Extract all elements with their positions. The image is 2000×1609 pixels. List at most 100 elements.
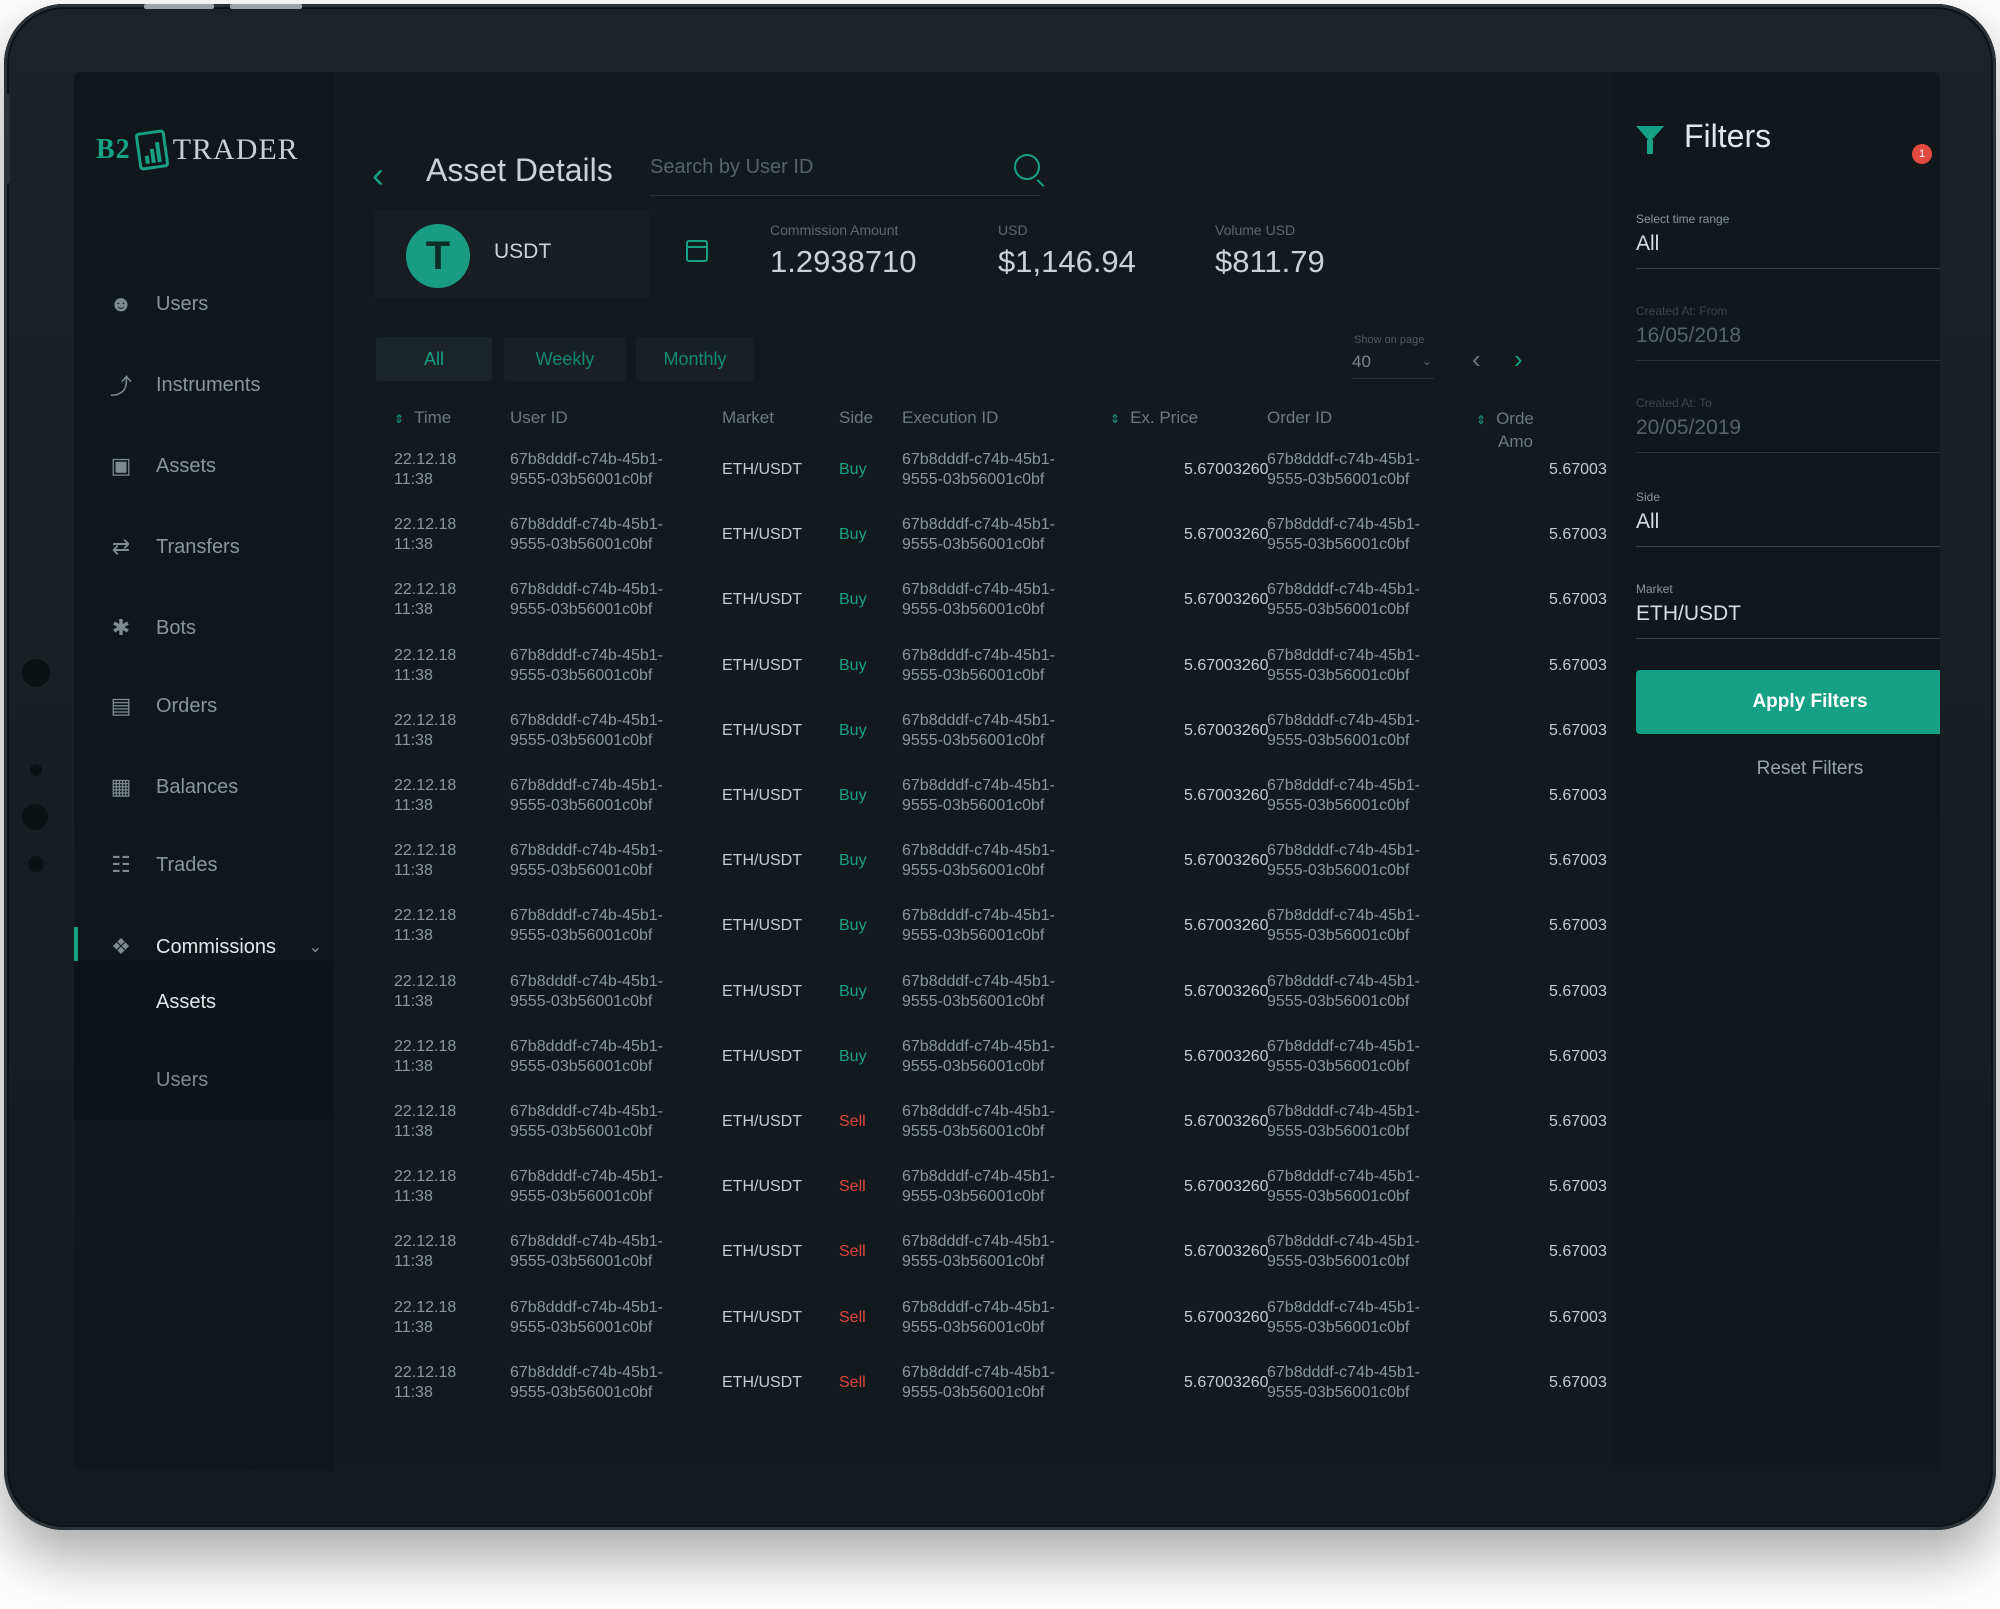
cell-side: Buy [839,786,867,806]
cell-order-id: 67b8dddf-c74b-45b1- 9555-03b56001c0bf [1267,972,1420,1012]
table-row[interactable]: 22.12.18 11:38 67b8dddf-c74b-45b1- 9555-03b… [374,972,1614,1023]
cell-side: Sell [839,1177,866,1197]
cell-order-amount: 5.67003 [1549,1242,1614,1262]
transfer-arrows-icon: ⇄ [111,534,131,559]
created-from-field[interactable]: Created At: From 16/05/2018 [1636,304,1940,361]
cell-time-line: 22.12.18 [394,777,457,794]
cell-side: Buy [839,656,867,676]
col-header-order-amount[interactable]: ⇕ Orde Amo [1476,408,1534,453]
cell-user-id-line: 67b8dddf-c74b-45b1- [510,1103,664,1120]
cell-execution-id-line: 67b8dddf-c74b-45b1- [902,1103,1056,1120]
sidebar-item-balances[interactable]: ▦ Balances [74,759,334,815]
sidebar-item-orders[interactable]: ▤ Orders [74,678,334,734]
table-row[interactable]: 22.12.18 11:38 67b8dddf-c74b-45b1- 9555-03b… [374,1167,1614,1218]
table-row[interactable]: 22.12.18 11:38 67b8dddf-c74b-45b1- 9555-03b… [374,646,1614,697]
cell-execution-id-line: 9555-03b56001c0bf [902,992,1045,1010]
sidebar-item-label: Instruments [156,373,261,396]
cell-user-id-line: 67b8dddf-c74b-45b1- [510,581,664,599]
cell-order-amount: 5.67003 [1549,525,1614,545]
time-range-select[interactable]: Select time range All ⌄ [1636,212,1940,269]
reset-filters-button[interactable]: Reset Filters [1636,758,1940,780]
search-bar[interactable]: Search by User ID [650,144,1040,196]
cell-ex-price: 5.67003260 [1184,851,1269,871]
cell-user-id-line: 9555-03b56001c0bf [510,992,653,1010]
tab-monthly[interactable]: Monthly [636,337,754,381]
cell-market-line: ETH/USDT [722,526,802,544]
created-to-field[interactable]: Created At: To 20/05/2019 [1636,396,1940,453]
calendar-icon[interactable] [686,240,708,262]
cell-order-id-line: 67b8dddf-c74b-45b1- [1267,777,1421,794]
sidebar-item-users[interactable]: ☻ Users [74,276,334,332]
side-select[interactable]: Side All ⌄ [1636,490,1940,547]
cell-order-amount-line: 5.67003 [1549,917,1607,935]
cell-execution-id-line: 9555-03b56001c0bf [902,1253,1045,1271]
cell-market: ETH/USDT [722,916,802,936]
cell-order-id-line: 67b8dddf-c74b-45b1- [1267,972,1421,990]
table-row[interactable]: 22.12.18 11:38 67b8dddf-c74b-45b1- 9555-03b… [374,906,1614,957]
cell-time-line: 11:38 [394,1057,433,1075]
cell-user-id-line: 67b8dddf-c74b-45b1- [510,711,664,729]
field-label: Side [1636,490,1661,504]
apply-filters-button[interactable]: Apply Filters [1636,670,1940,734]
subnav-item-users[interactable]: Users [156,1069,208,1092]
col-header-ex-price[interactable]: ⇕ Ex. Price [1110,408,1198,428]
tab-all[interactable]: All [376,337,492,381]
market-select[interactable]: Market ETH/USDT ⌄ [1636,582,1940,639]
cell-time-line: 11:38 [394,471,433,488]
cell-market-line: ETH/USDT [722,591,802,609]
search-input[interactable]: Search by User ID [650,156,813,179]
col-header-time[interactable]: ⇕ Time [394,408,451,428]
cell-time-line: 22.12.18 [394,1103,457,1120]
subnav-item-assets[interactable]: Assets [156,991,216,1014]
table-row[interactable]: 22.12.18 11:38 67b8dddf-c74b-45b1- 9555-03b… [374,515,1614,566]
sidebar-item-instruments[interactable]: ⤴ Instruments [74,357,334,413]
cell-market: ETH/USDT [722,1308,802,1328]
cell-order-id: 67b8dddf-c74b-45b1- 9555-03b56001c0bf [1267,1363,1420,1403]
camera-dot [30,764,42,776]
cell-execution-id-line: 67b8dddf-c74b-45b1- [902,1233,1056,1251]
cell-time-line: 22.12.18 [394,972,457,990]
cell-market-line: ETH/USDT [722,1373,802,1391]
app-logo[interactable]: B2 TRADER [96,128,299,172]
sidebar-item-label: Orders [156,694,218,717]
tab-weekly[interactable]: Weekly [504,337,626,381]
cell-order-amount: 5.67003 [1549,721,1614,741]
sidebar-item-assets[interactable]: ▣ Assets [74,438,334,494]
table-row[interactable]: 22.12.18 11:38 67b8dddf-c74b-45b1- 9555-03b… [374,1232,1614,1283]
cell-execution-id-line: 9555-03b56001c0bf [902,1383,1045,1401]
back-chevron-icon[interactable]: ‹ [372,154,384,196]
cell-order-id: 67b8dddf-c74b-45b1- 9555-03b56001c0bf [1267,1232,1420,1272]
cell-order-id-line: 9555-03b56001c0bf [1267,1057,1410,1075]
cell-order-id-line: 67b8dddf-c74b-45b1- [1267,581,1421,599]
table-row[interactable]: 22.12.18 11:38 67b8dddf-c74b-45b1- 9555-03b… [374,776,1614,827]
cell-time-line: 11:38 [394,666,433,684]
cell-side: Sell [839,1242,866,1262]
cell-order-id: 67b8dddf-c74b-45b1- 9555-03b56001c0bf [1267,450,1420,490]
table-row[interactable]: 22.12.18 11:38 67b8dddf-c74b-45b1- 9555-03b… [374,1037,1614,1088]
cell-user-id: 67b8dddf-c74b-45b1- 9555-03b56001c0bf [510,1102,663,1142]
prev-page-icon[interactable]: ‹ [1472,344,1481,375]
page-size-label: Show on page [1354,334,1425,346]
cell-side: Buy [839,721,867,741]
sidebar-item-bots[interactable]: ✱ Bots [74,600,334,656]
table-row[interactable]: 22.12.18 11:38 67b8dddf-c74b-45b1- 9555-03b… [374,841,1614,892]
sidebar-item-transfers[interactable]: ⇄ Transfers [74,519,334,575]
stat-commission-amount: Commission Amount 1.2938710 [770,222,917,280]
table-row[interactable]: 22.12.18 11:38 67b8dddf-c74b-45b1- 9555-03b… [374,580,1614,631]
table-row[interactable]: 22.12.18 11:38 67b8dddf-c74b-45b1- 9555-03b… [374,1298,1614,1349]
page-size-select[interactable]: 40 ⌄ [1352,352,1434,379]
table-row[interactable]: 22.12.18 11:38 67b8dddf-c74b-45b1- 9555-03b… [374,1363,1614,1414]
search-icon[interactable] [1014,154,1040,180]
cell-time-line: 22.12.18 [394,646,457,664]
table-row[interactable]: 22.12.18 11:38 67b8dddf-c74b-45b1- 9555-03b… [374,711,1614,762]
sidebar-item-trades[interactable]: ☷ Trades [74,837,334,893]
table-row[interactable]: 22.12.18 11:38 67b8dddf-c74b-45b1- 9555-03b… [374,450,1614,501]
next-page-icon[interactable]: › [1514,344,1523,375]
cell-order-id-line: 9555-03b56001c0bf [1267,862,1410,880]
cell-side-line: Buy [839,917,867,935]
cell-market-line: ETH/USDT [722,1113,802,1130]
cell-user-id: 67b8dddf-c74b-45b1- 9555-03b56001c0bf [510,1037,663,1077]
filters-panel: Filters 1 Select time range All ⌄ Create… [1614,72,1940,1471]
cell-ex-price: 5.67003260 [1184,1112,1269,1132]
table-row[interactable]: 22.12.18 11:38 67b8dddf-c74b-45b1- 9555-03b… [374,1102,1614,1153]
